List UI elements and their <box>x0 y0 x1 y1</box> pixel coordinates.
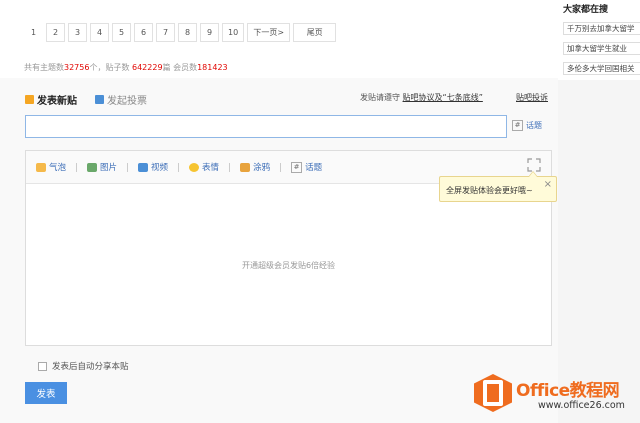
rules-link[interactable]: 贴吧协议及“七条底线” <box>403 93 483 102</box>
video-label: 视频 <box>151 163 169 173</box>
doodle-tool[interactable]: 涂鸦 <box>240 161 270 173</box>
hot-search-item[interactable]: 加拿大留学生就业 <box>563 42 640 55</box>
page-8[interactable]: 8 <box>178 23 197 42</box>
members-count: 181423 <box>197 63 228 72</box>
video-tool[interactable]: 视频 <box>138 161 168 173</box>
toolbar-items: 气泡 图片 视频 表情 涂鸦 # 话题 <box>36 161 332 173</box>
last-page-button[interactable]: 尾页 <box>293 23 337 42</box>
members-label: 会员数 <box>173 63 198 72</box>
hot-search-item[interactable]: 千万别去加拿大留学 <box>563 22 640 35</box>
page-10[interactable]: 10 <box>222 23 245 42</box>
page-7[interactable]: 7 <box>156 23 175 42</box>
hash-icon: # <box>291 161 303 173</box>
topics-unit: 个，贴子数 <box>89 63 132 72</box>
complaint-link[interactable]: 贴吧投诉 <box>516 92 548 103</box>
start-vote-label: 发起投票 <box>107 96 147 107</box>
emoji-label: 表情 <box>202 163 220 173</box>
page-9[interactable]: 9 <box>200 23 219 42</box>
brush-icon <box>240 162 251 172</box>
new-post-title: 发表新贴 <box>37 96 77 107</box>
next-page-button[interactable]: 下一页> <box>247 23 291 42</box>
image-icon <box>87 162 98 172</box>
toolbar-divider <box>178 162 180 172</box>
page-3[interactable]: 3 <box>68 23 87 42</box>
hot-search-title: 大家都在搜 <box>563 5 609 15</box>
submit-button[interactable]: 发表 <box>25 382 67 404</box>
smiley-icon <box>189 162 200 172</box>
forum-stats: 共有主题数32756个，贴子数 642229篇 会员数181423 <box>24 62 228 73</box>
doodle-label: 涂鸦 <box>253 163 271 173</box>
bubble-label: 气泡 <box>49 163 67 173</box>
topic-label: 话题 <box>526 121 542 130</box>
topic-tool-label: 话题 <box>305 163 323 173</box>
office-logo-icon <box>474 374 512 412</box>
page-5[interactable]: 5 <box>112 23 131 42</box>
tooltip-text: 全屏发贴体验会更好哦~ <box>446 186 533 195</box>
toolbar-divider <box>229 162 231 172</box>
chart-icon <box>95 95 104 104</box>
new-post-tab[interactable]: 发表新贴 <box>25 92 77 107</box>
pagination-panel: 1 2 3 4 5 6 7 8 9 10 下一页> 尾页 共有主题数32756个… <box>0 0 558 78</box>
hash-icon: # <box>512 120 523 131</box>
auto-share-label: 发表后自动分享本贴 <box>52 362 129 372</box>
editor-placeholder: 开通超级会员发贴6倍经验 <box>241 260 336 270</box>
topics-count: 32756 <box>64 63 90 72</box>
topic-link[interactable]: # 话题 <box>512 120 542 131</box>
hot-search-item[interactable]: 多伦多大学回国相关 <box>563 62 640 75</box>
edit-icon <box>25 95 34 104</box>
image-tool[interactable]: 图片 <box>87 161 117 173</box>
close-icon[interactable]: × <box>544 179 552 190</box>
toolbar-divider <box>127 162 129 172</box>
video-icon <box>138 162 149 172</box>
tooltip-arrow <box>528 171 538 177</box>
toolbar-divider <box>76 162 78 172</box>
post-title-input[interactable] <box>25 115 507 138</box>
auto-share-checkbox[interactable] <box>38 361 47 371</box>
auto-share-option[interactable]: 发表后自动分享本贴 <box>38 360 129 372</box>
editor-content-area[interactable]: 开通超级会员发贴6倍经验 <box>26 185 551 345</box>
image-label: 图片 <box>100 163 118 173</box>
bubble-icon <box>36 162 46 172</box>
topics-label: 共有主题数 <box>24 63 64 72</box>
rules-prefix: 发贴请遵守 <box>360 93 403 102</box>
pager: 1 2 3 4 5 6 7 8 9 10 下一页> 尾页 <box>24 23 339 42</box>
bubble-tool[interactable]: 气泡 <box>36 161 66 173</box>
watermark: Office教程网 www.office26.com <box>468 370 640 423</box>
start-vote-tab[interactable]: 发起投票 <box>95 92 147 107</box>
toolbar-divider <box>280 162 282 172</box>
watermark-url: www.office26.com <box>538 400 625 411</box>
emoji-tool[interactable]: 表情 <box>189 161 219 173</box>
fullscreen-tooltip: 全屏发贴体验会更好哦~ × <box>439 171 557 202</box>
hot-search-sidebar: 大家都在搜 千万别去加拿大留学 加拿大留学生就业 多伦多大学回国相关 <box>558 0 640 80</box>
page-6[interactable]: 6 <box>134 23 153 42</box>
page-4[interactable]: 4 <box>90 23 109 42</box>
watermark-brand: Office教程网 <box>516 381 620 401</box>
posts-unit: 篇 <box>162 63 174 72</box>
page-2[interactable]: 2 <box>46 23 65 42</box>
topic-tool[interactable]: # 话题 <box>291 161 322 173</box>
posts-count: 642229 <box>132 63 163 72</box>
page-1: 1 <box>30 28 37 37</box>
posting-rules: 发贴请遵守 贴吧协议及“七条底线” <box>360 92 483 103</box>
fullscreen-icon[interactable] <box>527 158 541 172</box>
